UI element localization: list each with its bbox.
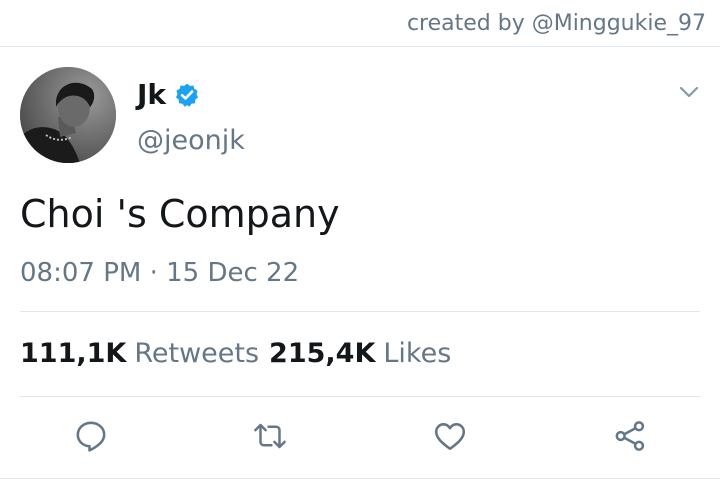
likes-stat[interactable]: 215,4K Likes [269, 338, 451, 369]
bottom-divider [0, 478, 720, 479]
credit-text: created by @Minggukie_97 [406, 11, 706, 36]
heart-icon [434, 423, 466, 451]
tweet-text: Choi 's Company [20, 192, 340, 236]
retweets-label: Retweets [134, 338, 260, 369]
likes-label: Likes [383, 338, 452, 369]
reply-icon [76, 421, 106, 452]
share-icon [615, 421, 645, 451]
reply-button[interactable] [71, 416, 111, 456]
avatar-photo [20, 67, 116, 163]
display-name[interactable]: Jk [137, 78, 166, 111]
retweets-count: 111,1K [20, 338, 127, 369]
like-button[interactable] [430, 416, 470, 456]
user-handle[interactable]: @jeonjk [137, 125, 245, 156]
retweet-button[interactable] [250, 416, 290, 456]
tweet-stats: 111,1K Retweets 215,4K Likes [20, 338, 451, 369]
chevron-down-icon[interactable] [676, 82, 702, 102]
tweet-timestamp[interactable]: 08:07 PM · 15 Dec 22 [20, 258, 299, 288]
likes-count: 215,4K [269, 338, 376, 369]
retweet-icon [254, 423, 286, 449]
top-divider [0, 46, 720, 47]
verified-badge-icon [175, 83, 199, 107]
author-row[interactable]: Jk [137, 78, 200, 111]
share-button[interactable] [610, 416, 650, 456]
action-bar [0, 412, 720, 462]
divider [20, 311, 700, 312]
divider [20, 396, 700, 397]
avatar[interactable] [20, 67, 116, 163]
retweets-stat[interactable]: 111,1K Retweets [20, 338, 259, 369]
